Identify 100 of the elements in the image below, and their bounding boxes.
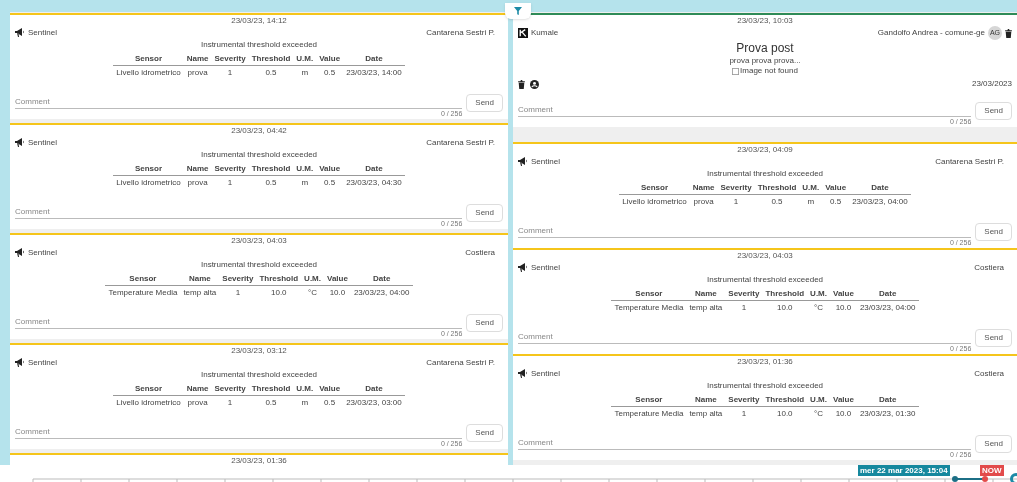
comment-field[interactable]: Comment — [518, 329, 972, 344]
megaphone-icon — [15, 28, 25, 37]
table-cell: 1 — [717, 194, 755, 207]
filter-button[interactable] — [505, 3, 531, 19]
column-header: Severity — [725, 289, 763, 301]
send-button[interactable]: Send — [466, 94, 503, 112]
table-cell: °C — [301, 285, 324, 298]
card-date: 23/03/23, 04:03 — [736, 251, 794, 261]
comment-field[interactable]: Comment — [15, 204, 463, 219]
table-cell: 23/03/23, 01:30 — [856, 406, 919, 419]
column-header: Threshold — [248, 54, 294, 66]
table-cell: 0.5 — [316, 65, 344, 78]
table-cell: 0.5 — [248, 395, 294, 408]
table-cell: 0.5 — [822, 194, 850, 207]
source-name: Sentinel — [531, 155, 560, 168]
column-header: Date — [343, 54, 405, 66]
column-header: Name — [686, 289, 726, 301]
source-name: Sentinel — [28, 246, 57, 259]
card-date: 23/03/23, 14:12 — [230, 16, 288, 26]
table-cell: 1 — [725, 406, 763, 419]
card-date: 23/03/23, 03:12 — [230, 346, 288, 356]
timeline-bar[interactable]: mer 22 mar 2023, 15:04 NOW — [0, 465, 1017, 482]
column-header: Date — [849, 183, 911, 195]
table-cell: 23/03/23, 03:00 — [343, 395, 405, 408]
comment-field[interactable]: Comment — [518, 223, 972, 238]
send-button[interactable]: Send — [466, 314, 503, 332]
column-header: Name — [183, 384, 212, 396]
table-cell: 23/03/23, 04:00 — [849, 194, 911, 207]
card-date: 23/03/23, 10:03 — [736, 16, 794, 26]
column-header: Value — [316, 164, 344, 176]
cursor-handle[interactable] — [952, 476, 958, 482]
trash-icon[interactable] — [1005, 28, 1012, 38]
column-header: U.M. — [807, 395, 830, 407]
table-cell: 1 — [211, 395, 249, 408]
trash-icon[interactable] — [518, 79, 525, 89]
send-button[interactable]: Send — [975, 329, 1012, 347]
table-cell: 10.0 — [256, 285, 302, 298]
table-cell: prova — [183, 65, 212, 78]
column-header: Sensor — [611, 395, 687, 407]
send-button[interactable]: Send — [975, 102, 1012, 120]
source-name: Sentinel — [531, 261, 560, 274]
column-header: Severity — [219, 274, 257, 286]
location-name: Cantarena Sestri P. — [426, 356, 496, 369]
location-name: Costiera — [465, 246, 496, 259]
source-name: Sentinel — [28, 356, 57, 369]
column-header: Date — [343, 164, 405, 176]
source-name: Sentinel — [28, 136, 57, 149]
table-cell: prova — [183, 395, 212, 408]
column-header: Name — [689, 183, 718, 195]
column-header: Sensor — [113, 54, 184, 66]
table-cell: 0.5 — [248, 175, 294, 188]
column-header: Date — [856, 289, 919, 301]
table-cell: 23/03/23, 04:00 — [350, 285, 413, 298]
comment-field[interactable]: Comment — [15, 424, 463, 439]
table-cell: °C — [807, 406, 830, 419]
alert-title: Instrumental threshold exceeded — [199, 150, 319, 160]
source-name: Sentinel — [28, 26, 57, 39]
table-cell: 10.0 — [762, 406, 808, 419]
table-cell: 0.5 — [248, 65, 294, 78]
megaphone-icon — [15, 248, 25, 257]
alert-title: Instrumental threshold exceeded — [705, 275, 825, 285]
column-header: Threshold — [256, 274, 302, 286]
table-cell: m — [293, 175, 317, 188]
table-cell: 10.0 — [830, 300, 857, 313]
column-header: Value — [316, 54, 344, 66]
post-date: 23/03/2023 — [971, 78, 1012, 90]
location-name: Cantarena Sestri P. — [935, 155, 1005, 168]
source-name: Sentinel — [531, 367, 560, 380]
send-button[interactable]: Send — [975, 223, 1012, 241]
megaphone-icon — [15, 138, 25, 147]
send-button[interactable]: Send — [466, 424, 503, 442]
table-cell: 0.5 — [316, 395, 344, 408]
table-cell: temp alta — [180, 285, 220, 298]
megaphone-icon — [15, 358, 25, 367]
send-button[interactable]: Send — [975, 435, 1012, 453]
column-header: Severity — [725, 395, 763, 407]
column-header: Name — [183, 54, 212, 66]
alert-title: Instrumental threshold exceeded — [199, 370, 319, 380]
table-cell: temp alta — [686, 406, 726, 419]
column-header: Value — [830, 395, 857, 407]
comment-field[interactable]: Comment — [518, 435, 972, 450]
column-header: Date — [856, 395, 919, 407]
now-handle[interactable] — [982, 476, 988, 482]
broken-image-icon — [732, 67, 740, 75]
column-header: U.M. — [301, 274, 324, 286]
comment-field[interactable]: Comment — [15, 314, 463, 329]
card-date: 23/03/23, 04:42 — [230, 126, 288, 136]
comment-field[interactable]: Comment — [518, 102, 972, 117]
account-icon[interactable] — [530, 79, 539, 89]
comment-field[interactable]: Comment — [15, 94, 463, 109]
location-name: Costiera — [974, 367, 1005, 380]
send-button[interactable]: Send — [466, 204, 503, 222]
table-cell: Temperature Media — [611, 300, 687, 313]
column-header: Sensor — [113, 164, 184, 176]
column-header: Name — [180, 274, 220, 286]
column-header: Sensor — [611, 289, 687, 301]
image-alt-text: Image not found — [740, 66, 798, 76]
table-cell: 23/03/23, 04:30 — [343, 175, 405, 188]
table-cell: °C — [807, 300, 830, 313]
column-header: Name — [686, 395, 726, 407]
